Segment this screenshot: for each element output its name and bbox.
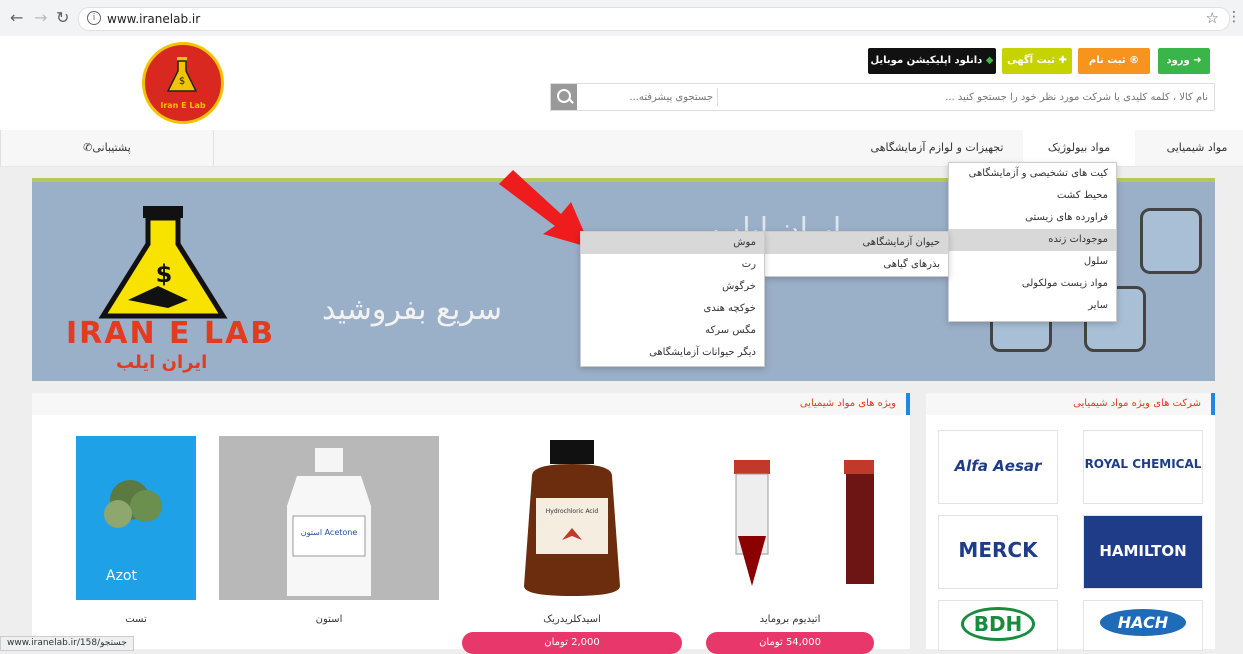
dropdown-item-cells[interactable]: سلول <box>949 251 1116 273</box>
brand-name: HAMILTON <box>1099 542 1187 560</box>
product-price: 2,000 تومان <box>462 632 682 654</box>
living-organisms-submenu: حیوان آزمایشگاهی بذرهای گیاهی <box>764 231 949 277</box>
brand-name: MERCK <box>958 538 1038 562</box>
phone-icon: ✆ <box>83 141 93 154</box>
submenu-item-other-animals[interactable]: دیگر حیوانات آزمایشگاهی <box>581 342 764 364</box>
product-card[interactable]: اسیدکلریدریک 2,000 تومان <box>462 436 682 654</box>
flask-logo-icon: $ <box>167 57 197 92</box>
brand-alfa-aesar[interactable]: Alfa Aesar <box>938 430 1058 504</box>
url-text[interactable]: www.iranelab.ir <box>107 12 200 26</box>
android-icon: ◆ <box>982 55 994 66</box>
section-title-special-companies: شرکت های ویژه مواد شیمیایی <box>926 393 1215 415</box>
browser-toolbar: ← → ↻ i www.iranelab.ir ☆ ⋮ <box>0 0 1243 37</box>
svg-text:$: $ <box>179 76 185 87</box>
address-bar[interactable]: i www.iranelab.ir ☆ <box>78 7 1230 31</box>
signup-label: ثبت نام <box>1088 55 1126 66</box>
support-label: پشتیبانی <box>92 141 131 154</box>
dropdown-item-kits[interactable]: کیت های تشخیصی و آزمایشگاهی <box>949 163 1116 185</box>
product-card[interactable]: Azot تست <box>76 436 196 649</box>
acetone-bottle-icon <box>287 448 371 596</box>
product-name[interactable]: استون <box>219 614 439 625</box>
bookmark-star-icon[interactable]: ☆ <box>1206 9 1219 27</box>
dropdown-item-culture-medium[interactable]: محیط کشت <box>949 185 1116 207</box>
forward-arrow-icon[interactable]: → <box>34 9 47 27</box>
download-app-label: دانلود اپلیکیشن موبایل <box>870 55 983 66</box>
nav-item-lab-equipment[interactable]: تجهیزات و لوازم آزمایشگاهی <box>857 130 1017 166</box>
submenu-item-lab-animals[interactable]: حیوان آزمایشگاهی <box>765 232 948 254</box>
dropdown-item-living-organisms[interactable]: موجودات زنده <box>949 229 1116 251</box>
brand-name: HACH <box>1099 609 1187 636</box>
brand-name: ROYAL CHEMICAL <box>1084 457 1202 471</box>
brand-name: Alfa Aesar <box>954 457 1042 475</box>
download-app-button[interactable]: ◆ دانلود اپلیکیشن موبایل <box>868 48 996 74</box>
banner-flask-logo-icon: $ <box>98 206 228 319</box>
support-link[interactable]: پشتیبانی✆ <box>0 130 214 166</box>
microscope-icon <box>1140 208 1202 274</box>
post-ad-button[interactable]: ✚ ثبت آگهی <box>1002 48 1072 74</box>
acetone-label: Acetone استون <box>300 528 358 537</box>
brand-name: BDH <box>960 607 1036 641</box>
svg-text:$: $ <box>156 260 173 288</box>
brand-bdh[interactable]: BDH <box>938 600 1058 651</box>
login-button[interactable]: ➜ ورود <box>1158 48 1210 74</box>
browser-menu-icon[interactable]: ⋮ <box>1227 9 1241 25</box>
signup-icon: ® <box>1125 55 1140 66</box>
product-image <box>706 436 874 600</box>
nav-item-chemicals[interactable]: مواد شیمیایی <box>1151 130 1243 166</box>
advanced-search-input[interactable] <box>581 87 715 107</box>
product-image <box>462 436 682 600</box>
submenu-item-guinea-pig[interactable]: خوکچه هندی <box>581 298 764 320</box>
post-ad-label: ثبت آگهی <box>1007 55 1055 66</box>
submenu-item-rabbit[interactable]: خرگوش <box>581 276 764 298</box>
search-divider <box>717 88 718 106</box>
banner-brand-fa: ایران ایلب <box>116 352 208 373</box>
reload-icon[interactable]: ↻ <box>56 9 69 27</box>
info-icon[interactable]: i <box>87 11 101 25</box>
biological-dropdown: کیت های تشخیصی و آزمایشگاهی محیط کشت فرا… <box>948 162 1117 322</box>
brand-hamilton[interactable]: HAMILTON <box>1083 515 1203 589</box>
plus-circle-icon: ✚ <box>1055 55 1067 66</box>
submenu-item-fruit-fly[interactable]: مگس سرکه <box>581 320 764 342</box>
logo-text: Iran E Lab <box>160 101 206 110</box>
dropdown-item-molecular[interactable]: مواد زیست مولکولی <box>949 273 1116 295</box>
brand-hach[interactable]: HACH <box>1083 600 1203 651</box>
product-price: 54,000 تومان <box>706 632 874 654</box>
login-label: ورود <box>1166 55 1190 66</box>
submenu-item-plant-seeds[interactable]: بذرهای گیاهی <box>765 254 948 276</box>
site-logo[interactable]: $ Iran E Lab <box>142 42 224 124</box>
search-button[interactable] <box>551 84 577 110</box>
product-name[interactable]: اسیدکلریدریک <box>462 614 682 625</box>
search-icon-handle <box>568 98 574 104</box>
product-name[interactable]: اتیدیوم بروماید <box>706 614 874 625</box>
search-input[interactable] <box>746 87 1210 107</box>
section-title-special-chemicals: ویژه های مواد شیمیایی <box>32 393 910 415</box>
submenu-item-rat[interactable]: رت <box>581 254 764 276</box>
azot-label: Azot <box>106 568 137 584</box>
product-card[interactable]: اتیدیوم بروماید 54,000 تومان <box>706 436 874 654</box>
brand-royal-chemical[interactable]: ROYAL CHEMICAL <box>1083 430 1203 504</box>
product-name[interactable]: تست <box>76 614 196 625</box>
dropdown-item-bio-products[interactable]: فراورده های زیستی <box>949 207 1116 229</box>
back-arrow-icon[interactable]: ← <box>10 9 23 27</box>
search-bar <box>550 83 1215 111</box>
banner-slogan: سریع بفروشید <box>322 292 503 327</box>
product-card[interactable]: Acetone استون استون <box>219 436 439 649</box>
login-icon: ➜ <box>1189 55 1202 66</box>
hcl-label: Hydrochloric Acid <box>545 508 599 515</box>
brand-merck[interactable]: MERCK <box>938 515 1058 589</box>
nav-item-biological[interactable]: مواد بیولوژیک <box>1023 130 1135 166</box>
submenu-item-mouse[interactable]: موش <box>581 232 764 254</box>
signup-button[interactable]: ® ثبت نام <box>1078 48 1150 74</box>
dropdown-item-other[interactable]: سایر <box>949 295 1116 317</box>
lab-animals-submenu: موش رت خرگوش خوکچه هندی مگس سرکه دیگر حی… <box>580 231 765 367</box>
banner-brand-en: IRAN E LAB <box>66 316 276 351</box>
